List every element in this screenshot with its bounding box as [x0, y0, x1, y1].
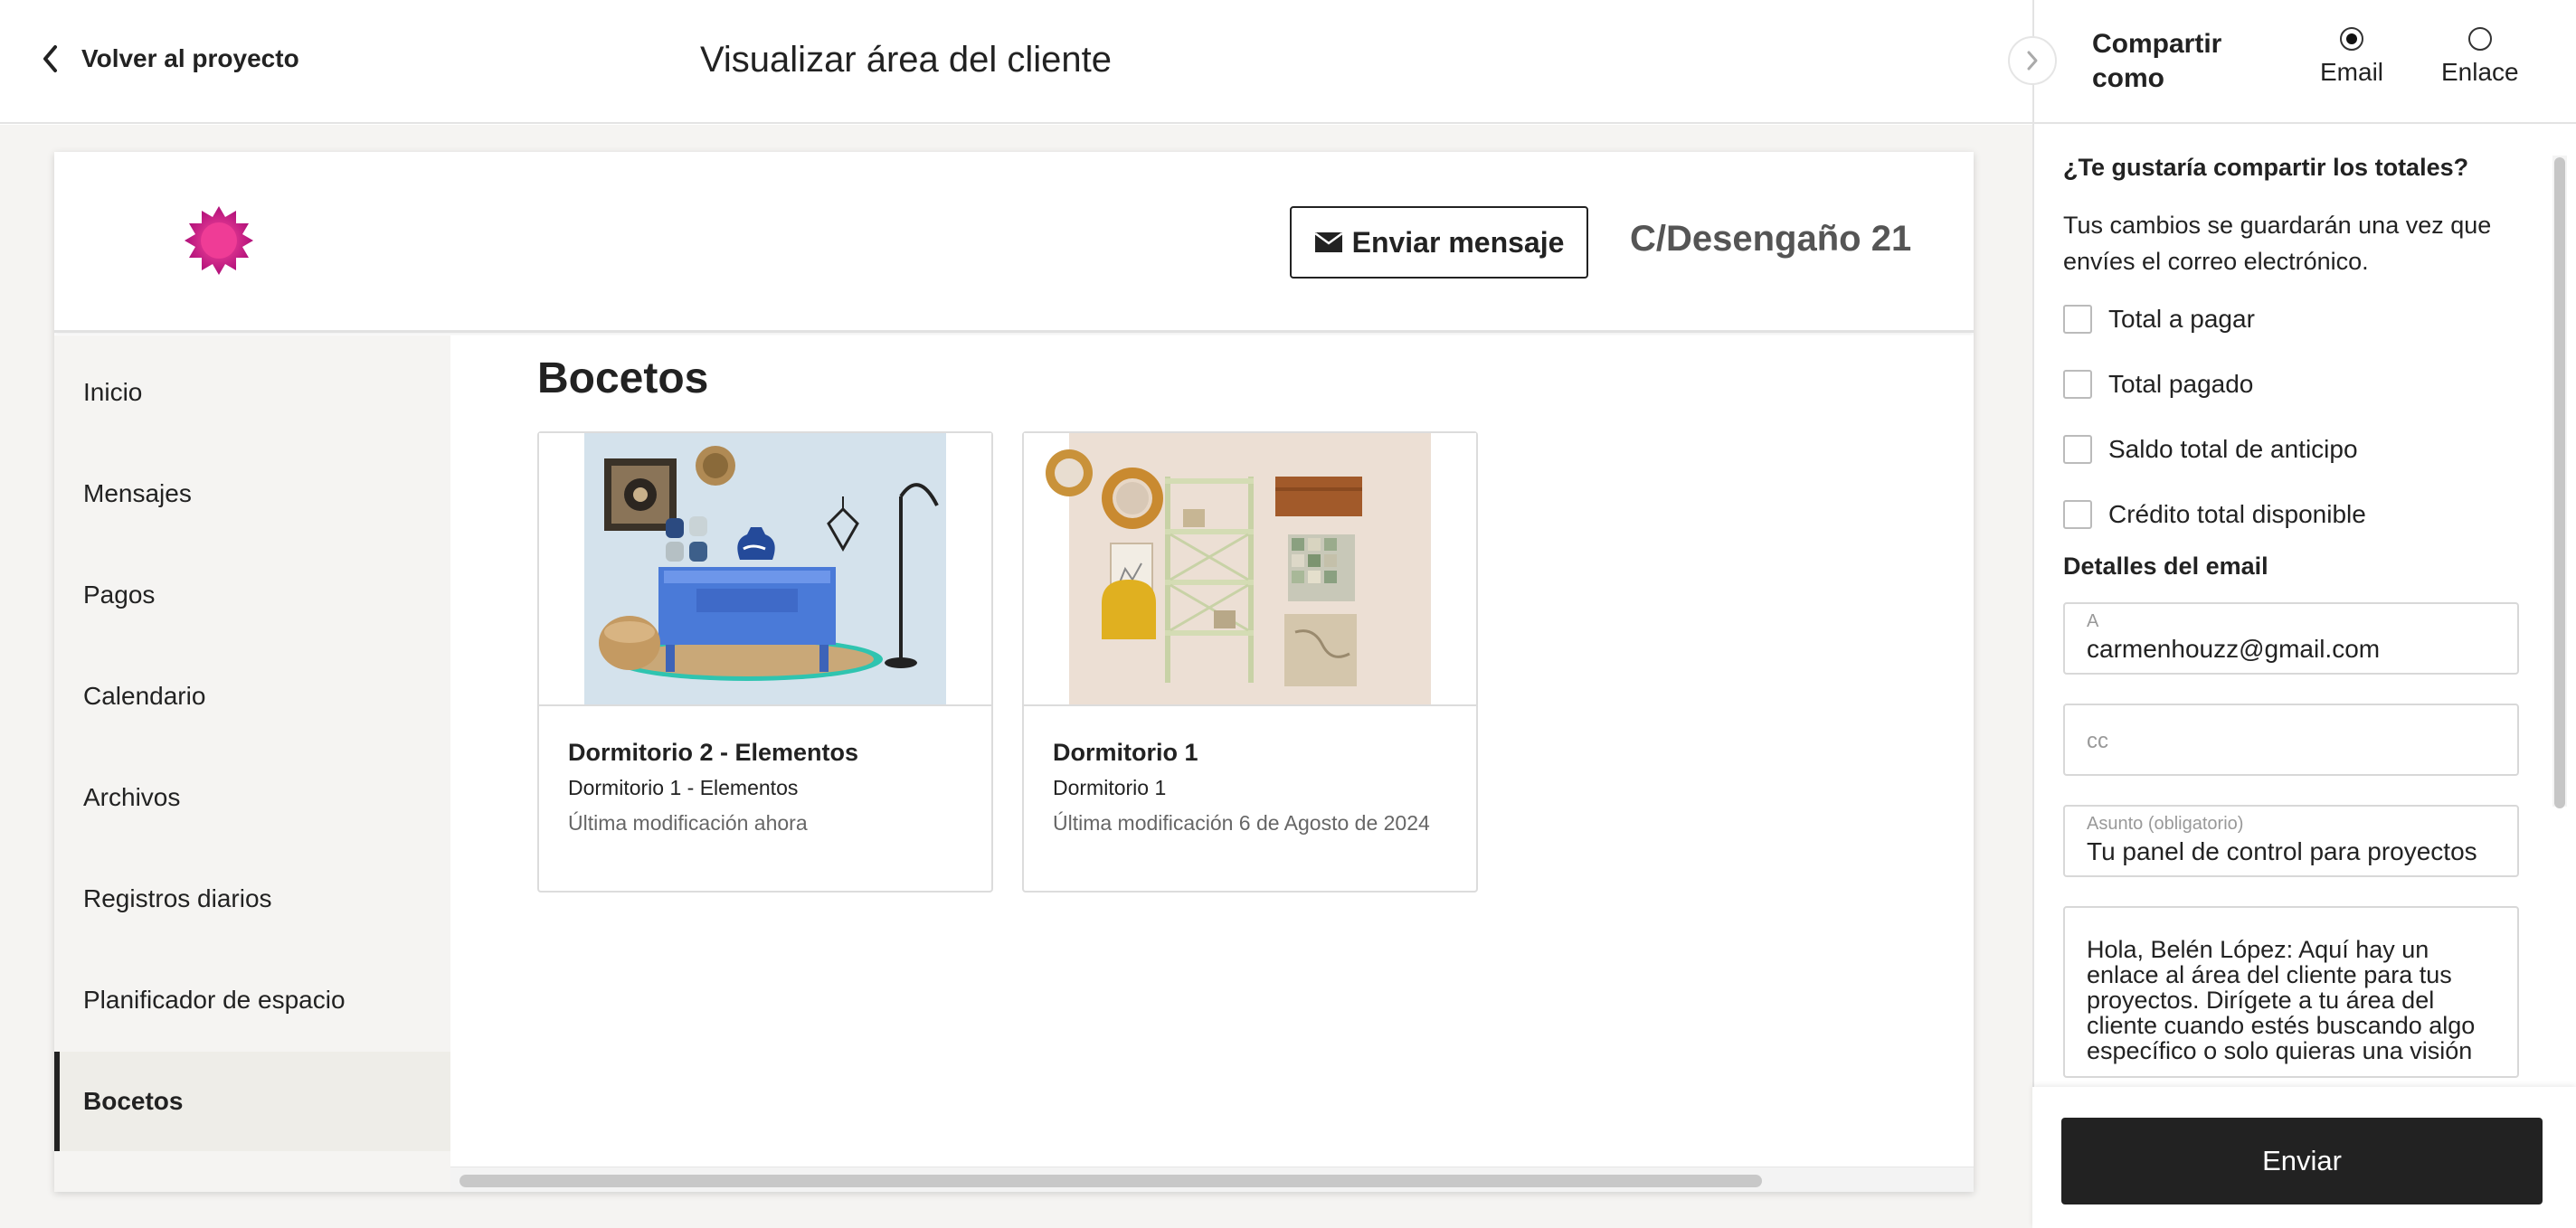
sketch-info: Dormitorio 1 Dormitorio 1 Última modific…: [1053, 739, 1451, 838]
checkbox[interactable]: [2063, 500, 2092, 529]
subject-field-label: Asunto (obligatorio): [2087, 814, 2244, 834]
sidebar-item-label: Mensajes: [83, 479, 192, 507]
sketch-modified-date: Última modificación ahora: [568, 811, 808, 835]
to-field[interactable]: A carmenhouzz@gmail.com: [2063, 602, 2519, 675]
checkbox[interactable]: [2063, 305, 2092, 334]
share-as-label: Compartir como: [2092, 29, 2222, 93]
sidebar-item-label: Planificador de espacio: [83, 986, 346, 1014]
preview-area: Enviar mensaje C/Desengaño 21 Inicio Men…: [0, 125, 2032, 1228]
sidebar-item-label: Archivos: [83, 783, 181, 811]
radio-email[interactable]: [2340, 27, 2363, 51]
envelope-icon: [1313, 231, 1343, 252]
checkbox-label: Total pagado: [2108, 370, 2254, 398]
sketch-title: Dormitorio 1: [1053, 739, 1198, 766]
radio-link-label: Enlace: [2441, 58, 2519, 86]
checkbox-total-a-pagar[interactable]: Total a pagar: [2063, 287, 2524, 352]
page-title: Visualizar área del cliente: [699, 40, 1113, 80]
share-panel-footer: Enviar: [2032, 1087, 2576, 1228]
sketch-subtitle: Dormitorio 1: [1053, 776, 1167, 799]
subject-field[interactable]: Asunto (obligatorio) Tu panel de control…: [2063, 805, 2519, 877]
email-details-heading: Detalles del email: [2063, 553, 2268, 580]
panel-scrollbar[interactable]: [2552, 156, 2567, 808]
sidebar-item-label: Pagos: [83, 581, 156, 609]
company-logo: [185, 206, 253, 275]
sidebar-item-planificador-de-espacio[interactable]: Planificador de espacio: [54, 950, 450, 1050]
sketch-card[interactable]: Dormitorio 1 Dormitorio 1 Última modific…: [1022, 431, 1478, 893]
share-panel: Compartir como Email Enlace ¿Te gustaría…: [2032, 0, 2576, 1228]
sketch-title: Dormitorio 2 - Elementos: [568, 739, 859, 766]
sidebar-item-inicio[interactable]: Inicio: [54, 343, 450, 442]
send-message-label: Enviar mensaje: [1351, 225, 1565, 259]
sidebar-item-label: Inicio: [83, 378, 143, 406]
checkbox[interactable]: [2063, 435, 2092, 464]
panel-scrollbar-thumb[interactable]: [2554, 157, 2565, 808]
sidebar-item-label: Registros diarios: [83, 884, 272, 912]
sketch-info: Dormitorio 2 - Elementos Dormitorio 1 - …: [568, 739, 966, 838]
section-title: Bocetos: [537, 354, 709, 402]
send-button[interactable]: Enviar: [2061, 1118, 2543, 1204]
cc-field-placeholder: cc: [2087, 729, 2108, 753]
horizontal-scrollbar[interactable]: [450, 1167, 1974, 1192]
sidebar-item-label: Bocetos: [83, 1087, 184, 1115]
sketch-thumbnail: [1024, 433, 1476, 706]
radio-email-label: Email: [2320, 58, 2384, 86]
sketch-subtitle: Dormitorio 1 - Elementos: [568, 776, 799, 799]
client-portal-preview: Enviar mensaje C/Desengaño 21 Inicio Men…: [54, 152, 1974, 1192]
radio-link[interactable]: [2467, 27, 2492, 51]
checkbox[interactable]: [2063, 370, 2092, 399]
to-field-label: A: [2087, 611, 2099, 631]
checkbox-credito-total-disponible[interactable]: Crédito total disponible: [2063, 482, 2524, 547]
sketch-modified-date: Última modificación 6 de Agosto de 2024: [1053, 811, 1430, 835]
message-field[interactable]: Hola, Belén López: Aquí hay un enlace al…: [2063, 906, 2519, 1078]
share-option-link[interactable]: Enlace: [2441, 27, 2519, 87]
share-panel-header: Compartir como Email Enlace: [2034, 0, 2576, 124]
sketches-content: Bocetos Dormitorio 2 - Elementos Dormito…: [450, 335, 1974, 1192]
send-message-button[interactable]: Enviar mensaje: [1290, 206, 1588, 279]
collapse-panel-button[interactable]: [2008, 36, 2057, 85]
share-panel-body: ¿Te gustaría compartir los totales? Tus …: [2063, 154, 2524, 1078]
cc-field[interactable]: cc: [2063, 704, 2519, 776]
totals-question: ¿Te gustaría compartir los totales?: [2063, 154, 2469, 181]
save-note: Tus cambios se guardarán una vez que env…: [2063, 212, 2492, 275]
subject-field-value: Tu panel de control para proyectos: [2087, 837, 2477, 865]
checkbox-total-pagado[interactable]: Total pagado: [2063, 352, 2524, 417]
checkbox-label: Total a pagar: [2108, 305, 2255, 333]
sidebar-item-label: Calendario: [83, 682, 206, 710]
sidebar-item-pagos[interactable]: Pagos: [54, 545, 450, 645]
checkbox-label: Saldo total de anticipo: [2108, 435, 2358, 463]
checkbox-saldo-total-de-anticipo[interactable]: Saldo total de anticipo: [2063, 417, 2524, 482]
sidebar-item-registros-diarios[interactable]: Registros diarios: [54, 849, 450, 949]
share-option-email[interactable]: Email: [2320, 27, 2383, 87]
sidebar-item-calendario[interactable]: Calendario: [54, 647, 450, 746]
sidebar-item-mensajes[interactable]: Mensajes: [54, 444, 450, 543]
horizontal-scrollbar-thumb[interactable]: [459, 1175, 1762, 1187]
sketch-thumbnail: [539, 433, 991, 706]
top-bar: Volver al proyecto Visualizar área del c…: [0, 0, 2032, 124]
portal-header: Enviar mensaje C/Desengaño 21: [54, 152, 1974, 333]
sidebar-item-archivos[interactable]: Archivos: [54, 748, 450, 847]
project-address: C/Desengaño 21: [1630, 219, 1912, 259]
portal-sidebar: Inicio Mensajes Pagos Calendario Archivo…: [54, 335, 450, 1192]
to-field-value: carmenhouzz@gmail.com: [2087, 635, 2381, 663]
sketch-card[interactable]: Dormitorio 2 - Elementos Dormitorio 1 - …: [537, 431, 993, 893]
sidebar-item-bocetos[interactable]: Bocetos: [54, 1052, 450, 1151]
chevron-right-icon: [2027, 51, 2038, 71]
checkbox-label: Crédito total disponible: [2108, 500, 2366, 528]
